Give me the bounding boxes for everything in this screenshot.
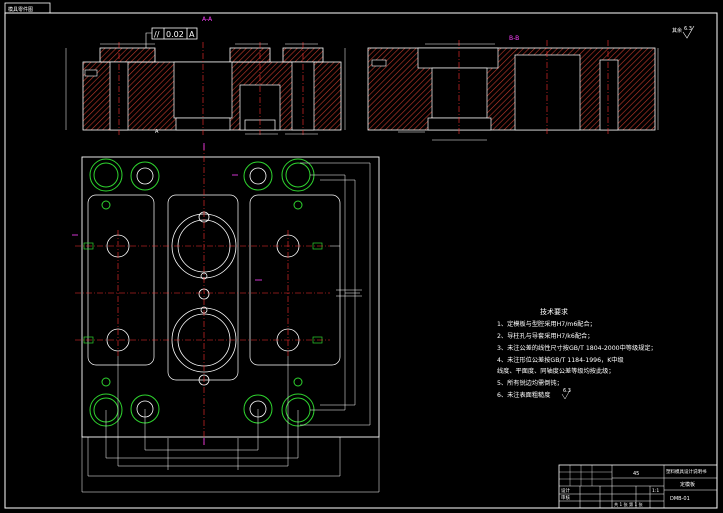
- title-sheet: 共 1 张 第 1 张: [614, 501, 644, 508]
- section-view-left: A-A // 0.02 A A: [65, 16, 346, 135]
- tech-req-item: 1、定模板与型腔采用H7/m6配合；: [497, 320, 596, 328]
- boss-center: [229, 47, 271, 63]
- section-right-label: B-B: [509, 35, 519, 42]
- cavity-pocket-right-2: [514, 54, 581, 131]
- tech-req-item: 2、导柱孔与导套采用H7/k6配合；: [497, 332, 593, 340]
- cavity-pocket-right: [431, 67, 488, 119]
- tech-req-item: 6、未注表面粗糙度: [497, 391, 550, 399]
- tolerance-frame: // 0.02 A: [145, 27, 198, 48]
- guide-bore-right-view: [599, 59, 619, 131]
- title-school: 塑料模具设计说明书: [666, 468, 707, 475]
- dim-chain-right: [300, 162, 371, 426]
- cad-drawing-sheet: 模具零件图 A-A // 0.02 A A B-B 其余 6.3 技术要求 1、…: [4, 2, 718, 509]
- pocket-left: [87, 194, 155, 366]
- title-designer: 设计: [561, 487, 570, 494]
- pocket-center: [167, 194, 239, 381]
- guide-holes-green: [89, 158, 315, 427]
- tolerance-datum: A: [189, 30, 195, 39]
- counterbore-right: [427, 117, 492, 131]
- tech-req-item: 3、未注公差的线性尺寸按GB/T 1804-2000中等级规定；: [497, 344, 657, 352]
- datum-label: A: [155, 129, 159, 135]
- pin-hole-left: [84, 69, 98, 77]
- title-material: 45: [633, 471, 639, 477]
- plate-outline: [81, 156, 380, 438]
- tech-req-item: 5、所有锐边均需倒钝；: [497, 379, 563, 387]
- section-view-right: B-B 其余 6.3: [367, 25, 695, 141]
- title-drawing-no: DMB-01: [670, 496, 690, 502]
- section-left-label: A-A: [202, 16, 213, 23]
- pin-hole-right: [371, 59, 387, 67]
- boss-left: [99, 47, 156, 63]
- title-checker: 审核: [561, 494, 570, 501]
- top-recess: [417, 47, 499, 69]
- tech-requirements: 技术要求 1、定模板与型腔采用H7/m6配合； 2、导柱孔与导套采用H7/k6配…: [497, 307, 657, 400]
- pocket-right: [249, 194, 341, 366]
- title-scale: 1:1: [652, 488, 659, 494]
- corner-tag-label: 模具零件图: [8, 6, 33, 13]
- tech-req-item: 线度、平面度、同轴度公差等级均按此级；: [497, 367, 615, 375]
- tech-req-item: 4、未注形位公差按GB/T 1184-1996，K中级: [497, 356, 624, 364]
- title-part-name: 定模板: [680, 481, 695, 488]
- tolerance-symbol: //: [154, 30, 160, 39]
- plan-view: [72, 143, 380, 493]
- dim-chain-bottom: [81, 356, 380, 493]
- tolerance-value: 0.02: [166, 30, 184, 39]
- title-block: 45 塑料模具设计说明书 定模板 DMB-01 设计 审核 1:1 共 1 张 …: [558, 464, 718, 509]
- tech-req-title: 技术要求: [540, 307, 568, 316]
- roughness-other-label: 其余: [672, 27, 682, 34]
- tech-req-roughness: 6.3: [563, 388, 571, 394]
